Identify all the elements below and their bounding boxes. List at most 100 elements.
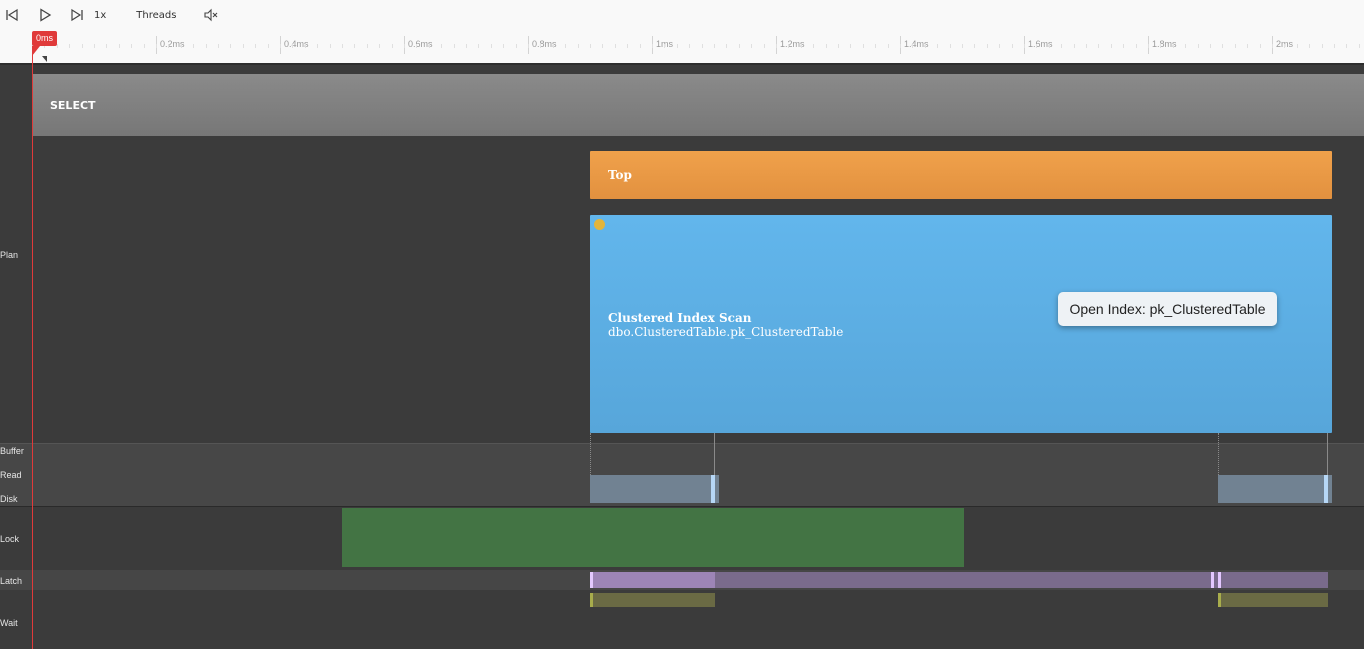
ruler-minor-tick [1309,44,1310,48]
wait-bar[interactable] [1218,593,1328,607]
ruler-minor-tick [1322,44,1323,48]
ruler-minor-tick [726,44,727,48]
select-operator-bar[interactable]: SELECT [33,74,1364,136]
ruler-minor-tick [1334,44,1335,48]
ruler-minor-tick [206,44,207,48]
scan-subtitle: dbo.ClusteredTable.pk_ClusteredTable [608,325,844,339]
skip-to-end-icon[interactable] [66,0,88,30]
ruler-minor-tick [615,44,616,48]
wait-marker [1218,593,1221,607]
latch-marker [590,572,593,588]
ruler-minor-tick [850,44,851,48]
ruler-minor-tick [764,44,765,48]
ruler-minor-tick [168,44,169,48]
ruler-minor-tick [193,44,194,48]
ruler-minor-tick [1074,44,1075,48]
ruler-minor-tick [602,44,603,48]
wait-marker [590,593,593,607]
ruler-minor-tick [702,44,703,48]
row-label-buffer: Buffer [0,446,24,456]
ruler-minor-tick [404,44,405,48]
play-icon[interactable] [34,0,56,30]
ruler-minor-tick [1148,44,1149,48]
ruler-minor-tick [119,44,120,48]
playhead-handle[interactable] [32,46,40,56]
ruler-minor-tick [640,44,641,48]
wait-bar[interactable] [590,593,715,607]
row-label-disk: Disk [0,494,18,504]
ruler-minor-tick [69,44,70,48]
io-read-block[interactable] [1218,475,1332,503]
ruler-minor-tick [937,44,938,48]
latch-active-segment[interactable] [590,572,715,588]
io-read-block[interactable] [590,475,719,503]
ruler-minor-tick [305,44,306,48]
select-label: SELECT [50,98,96,112]
ruler-minor-tick [280,44,281,48]
top-operator-bar[interactable]: Top [590,151,1332,199]
ruler-minor-tick [875,44,876,48]
ruler-minor-tick [689,44,690,48]
row-label-latch: Latch [0,576,23,586]
latch-marker [1218,572,1221,588]
ruler-minor-tick [776,44,777,48]
playhead-time-badge[interactable]: 0ms [32,31,58,46]
ruler-minor-tick [627,44,628,48]
ruler-minor-tick [1235,44,1236,48]
lock-bar[interactable] [342,508,964,567]
guide-line [1327,433,1328,475]
threads-button[interactable]: Threads [136,0,176,30]
ruler-minor-tick [590,44,591,48]
row-label-wait: Wait [0,618,18,628]
ruler-minor-tick [912,44,913,48]
mute-icon[interactable] [200,0,222,30]
ruler-minor-tick [317,44,318,48]
ruler-minor-tick [801,44,802,48]
ruler-minor-tick [57,44,58,48]
ruler-minor-tick [292,44,293,48]
ruler-minor-tick [354,44,355,48]
latch-segment[interactable] [1218,572,1328,588]
ruler-minor-tick [677,44,678,48]
ruler-minor-tick [925,44,926,48]
ruler-minor-tick [1272,44,1273,48]
ruler-minor-tick [540,44,541,48]
open-index-button[interactable]: Open Index: pk_ClusteredTable [1058,292,1277,326]
ruler-minor-tick [578,44,579,48]
ruler-minor-tick [416,44,417,48]
ruler-minor-tick [1111,44,1112,48]
ruler-minor-tick [1012,44,1013,48]
end-marker-icon[interactable] [42,56,47,62]
ruler-minor-tick [1024,44,1025,48]
skip-to-start-icon[interactable] [1,0,23,30]
io-read-marker [1324,475,1328,503]
timeline-ruler[interactable]: 0.2ms 0.4ms 0.6ms 0.8ms 1ms 1.2ms 1.4ms … [0,30,1364,64]
ruler-minor-tick [503,44,504,48]
ruler-minor-tick [1346,44,1347,48]
ruler-minor-tick [1061,44,1062,48]
ruler-minor-tick [987,44,988,48]
ruler-minor-tick [1185,44,1186,48]
row-label-plan: Plan [0,250,19,260]
ruler-minor-tick [342,44,343,48]
playhead-line[interactable] [32,46,33,649]
ruler-minor-tick [367,44,368,48]
ruler-minor-tick [1123,44,1124,48]
playback-toolbar: 1x Threads [0,0,1364,30]
ruler-minor-tick [156,44,157,48]
ruler-minor-tick [1210,44,1211,48]
ruler-minor-tick [230,44,231,48]
guide-line [714,433,715,475]
speed-button[interactable]: 1x [94,0,106,30]
ruler-minor-tick [1098,44,1099,48]
ruler-minor-tick [441,44,442,48]
ruler-minor-tick [429,44,430,48]
ruler-minor-tick [1247,44,1248,48]
warning-dot-icon [594,219,605,230]
ruler-minor-tick [144,44,145,48]
io-read-marker [711,475,715,503]
ruler-minor-tick [106,44,107,48]
ruler-minor-tick [1284,44,1285,48]
ruler-minor-tick [131,44,132,48]
ruler-minor-tick [788,44,789,48]
